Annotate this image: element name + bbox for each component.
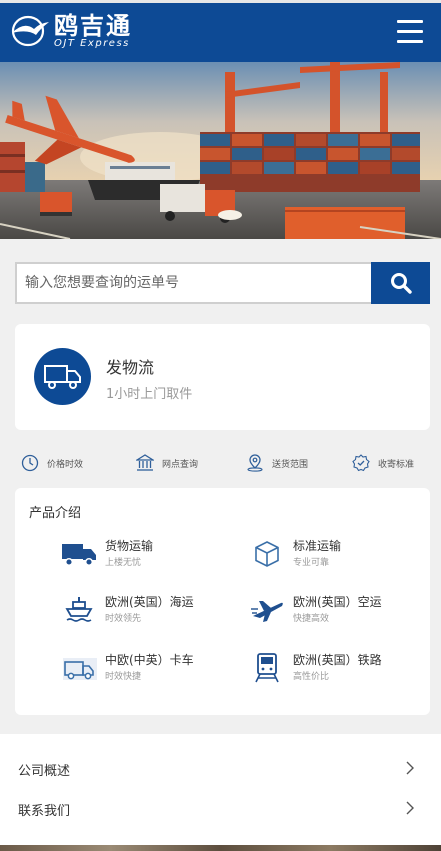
truck-icon: [34, 348, 91, 405]
menu-icon[interactable]: [397, 20, 423, 44]
tracking-number-input[interactable]: [15, 262, 371, 304]
send-shipment-card[interactable]: 发物流 1小时上门取件: [15, 324, 430, 430]
product-europe-rail[interactable]: 欧洲(英国）铁路 高性价比: [247, 652, 382, 684]
product-desc: 高性价比: [293, 672, 330, 682]
product-europe-sea-freight[interactable]: 欧洲(英国）海运 时效领先: [59, 594, 194, 626]
section-title: 产品介绍: [29, 506, 82, 521]
link-label: 联系我们: [18, 804, 71, 819]
quick-link-label: 送货范围: [272, 459, 309, 470]
product-desc: 上楼无忧: [105, 558, 142, 568]
ship-card-subtitle: 1小时上门取件: [106, 387, 193, 402]
search-icon: [390, 273, 412, 294]
product-standard-transport[interactable]: 标准运输 专业可靠: [247, 538, 341, 570]
product-cargo-transport[interactable]: 货物运输 上楼无忧: [59, 538, 153, 570]
product-desc: 时效快捷: [105, 672, 142, 682]
contact-us-link[interactable]: 联系我们: [0, 788, 441, 828]
quick-link-label: 收寄标准: [378, 459, 415, 470]
train-icon: [247, 652, 287, 684]
location-icon: [247, 454, 263, 472]
logo[interactable]: 鸥吉通 OJT Express: [10, 13, 132, 49]
bank-icon: [136, 454, 154, 471]
seagull-logo-icon: [11, 15, 49, 47]
product-desc: 时效领先: [105, 614, 142, 624]
logo-chinese: 鸥吉通: [54, 12, 132, 40]
info-links: 公司概述 联系我们: [0, 734, 441, 845]
clock-icon: [21, 454, 39, 472]
logistics-banner-image: [0, 62, 441, 239]
product-name: 中欧(中英）卡车: [105, 653, 194, 667]
quick-link-label: 价格时效: [47, 459, 84, 470]
chevron-right-icon: [406, 801, 414, 815]
quick-links: 价格时效 网点查询 送货范围 收寄标准: [0, 450, 441, 478]
product-name: 货物运输: [105, 539, 154, 553]
quick-link-mailing-standards[interactable]: 收寄标准: [352, 454, 414, 472]
ship-icon: [59, 594, 99, 626]
ship-card-title: 发物流: [106, 358, 155, 377]
product-intro-section: 产品介绍 货物运输 上楼无忧 标准运输 专业可靠 欧洲(英国）海运 时效领先 欧…: [15, 488, 430, 715]
hero-banner[interactable]: [0, 62, 441, 239]
quick-link-price[interactable]: 价格时效: [21, 454, 83, 472]
quick-link-delivery-range[interactable]: 送货范围: [246, 454, 308, 472]
logo-english: OJT Express: [54, 38, 130, 49]
check-shield-icon: [352, 454, 370, 472]
box-icon: [247, 538, 287, 570]
truck-icon: [59, 538, 99, 570]
product-desc: 快捷高效: [293, 614, 330, 624]
quick-link-label: 网点查询: [162, 459, 199, 470]
product-name: 标准运输: [293, 539, 342, 553]
van-icon: [59, 652, 99, 684]
product-name: 欧洲(英国）铁路: [293, 653, 382, 667]
app-header: 鸥吉通 OJT Express: [0, 0, 441, 62]
product-china-europe-truck[interactable]: 中欧(中英）卡车 时效快捷: [59, 652, 194, 684]
chevron-right-icon: [406, 761, 414, 775]
quick-link-outlets[interactable]: 网点查询: [136, 454, 198, 472]
product-desc: 专业可靠: [293, 558, 330, 568]
product-europe-air-freight[interactable]: 欧洲(英国）空运 快捷高效: [247, 594, 382, 626]
company-overview-link[interactable]: 公司概述: [0, 748, 441, 788]
search-button[interactable]: [371, 262, 430, 304]
footer-image-strip: [0, 845, 441, 851]
tracking-search: [15, 262, 430, 304]
product-name: 欧洲(英国）海运: [105, 595, 194, 609]
plane-icon: [247, 594, 287, 626]
product-name: 欧洲(英国）空运: [293, 595, 382, 609]
link-label: 公司概述: [18, 764, 71, 779]
